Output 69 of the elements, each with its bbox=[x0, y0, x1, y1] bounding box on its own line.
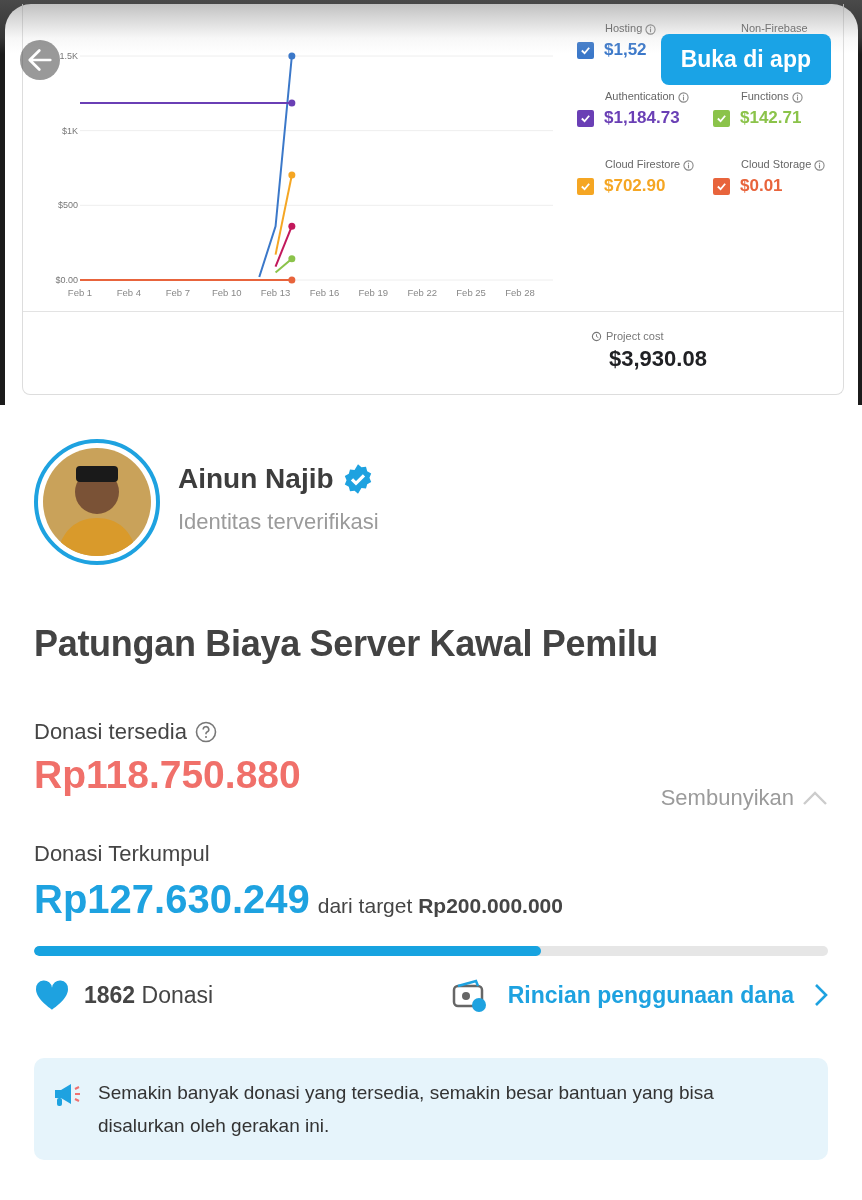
info-icon bbox=[791, 91, 803, 103]
campaigner-name: Ainun Najib bbox=[178, 463, 334, 495]
verification-status: Identitas terverifikasi bbox=[178, 509, 379, 535]
check-icon bbox=[716, 112, 727, 124]
cost-label: Project cost bbox=[606, 330, 664, 342]
collected-amount: Rp127.630.249 bbox=[34, 877, 310, 922]
axis-label: $1K bbox=[62, 125, 78, 136]
check-icon bbox=[580, 44, 591, 56]
legend-label: Non-Firebase bbox=[740, 21, 809, 36]
wallet-icon bbox=[451, 978, 488, 1012]
heart-icon bbox=[34, 979, 70, 1011]
donation-count: 1862 Donasi bbox=[84, 981, 214, 1009]
data-point bbox=[288, 222, 296, 230]
legend-label: Cloud Storage bbox=[713, 156, 843, 172]
axis-label: 1.5K bbox=[59, 51, 78, 61]
usage-details-link[interactable]: Rincian penggunaan dana bbox=[451, 978, 828, 1012]
back-button[interactable] bbox=[20, 40, 60, 80]
axis-label: Feb 1 bbox=[67, 287, 93, 298]
axis-label: Feb 22 bbox=[407, 287, 437, 298]
legend-checkbox[interactable] bbox=[577, 41, 594, 59]
info-icon bbox=[677, 91, 689, 103]
help-icon[interactable] bbox=[194, 721, 217, 743]
chevron-right-icon bbox=[814, 983, 828, 1007]
data-point bbox=[288, 255, 296, 263]
check-icon bbox=[716, 180, 727, 192]
axis-label: Feb 4 bbox=[116, 287, 142, 298]
collected-label: Donasi Terkumpul bbox=[34, 841, 211, 867]
data-point bbox=[288, 171, 296, 179]
info-icon bbox=[814, 159, 826, 171]
legend-value: $1,184.73 bbox=[604, 108, 680, 128]
data-point bbox=[288, 52, 296, 60]
legend-label: Functions bbox=[713, 88, 843, 104]
open-in-app-button[interactable]: Buka di app bbox=[660, 34, 831, 85]
axis-label: Feb 7 bbox=[165, 287, 190, 298]
legend-checkbox[interactable] bbox=[713, 109, 730, 127]
axis-label: Feb 28 bbox=[505, 287, 535, 298]
legend-value: $0.01 bbox=[740, 176, 783, 196]
target-text: dari target Rp200.000.000 bbox=[317, 894, 563, 918]
legend-label: Cloud Firestore bbox=[577, 156, 713, 172]
available-amount: Rp118.750.880 bbox=[34, 753, 301, 797]
legend-value: $1,52 bbox=[604, 40, 647, 60]
history-icon bbox=[591, 330, 602, 342]
legend-checkbox[interactable] bbox=[577, 109, 594, 127]
axis-label: Feb 10 bbox=[211, 287, 242, 298]
legend-label: Hosting bbox=[577, 20, 713, 36]
check-icon bbox=[580, 180, 591, 192]
available-label: Donasi tersedia bbox=[34, 719, 187, 745]
hide-toggle[interactable]: Sembunyikan bbox=[660, 785, 828, 811]
axis-label: Feb 19 bbox=[358, 287, 389, 298]
info-icon bbox=[645, 23, 657, 35]
campaign-title: Patungan Biaya Server Kawal Pemilu bbox=[34, 623, 660, 665]
data-point bbox=[288, 99, 296, 107]
back-arrow-icon bbox=[27, 47, 53, 73]
legend-checkbox[interactable] bbox=[577, 177, 594, 195]
legend-checkbox[interactable] bbox=[713, 177, 730, 195]
axis-label: Feb 16 bbox=[309, 287, 340, 298]
legend-label: Authentication bbox=[577, 88, 713, 104]
info-icon bbox=[683, 159, 695, 171]
check-icon bbox=[580, 112, 591, 124]
data-point bbox=[288, 276, 296, 284]
legend-value: $142.71 bbox=[740, 108, 802, 128]
cost-value: $3,930.08 bbox=[608, 346, 708, 372]
axis-label: Feb 25 bbox=[456, 287, 486, 298]
axis-label: $0.00 bbox=[55, 275, 78, 285]
chevron-up-icon bbox=[802, 790, 828, 806]
axis-label: Feb 13 bbox=[260, 287, 291, 298]
notice-text: Semakin banyak donasi yang tersedia, semakin besar bantuan yang bisa disalurkan oleh gerakan ini. bbox=[98, 1081, 715, 1138]
axis-label: $500 bbox=[57, 200, 78, 211]
legend-value: $702.90 bbox=[604, 176, 666, 196]
